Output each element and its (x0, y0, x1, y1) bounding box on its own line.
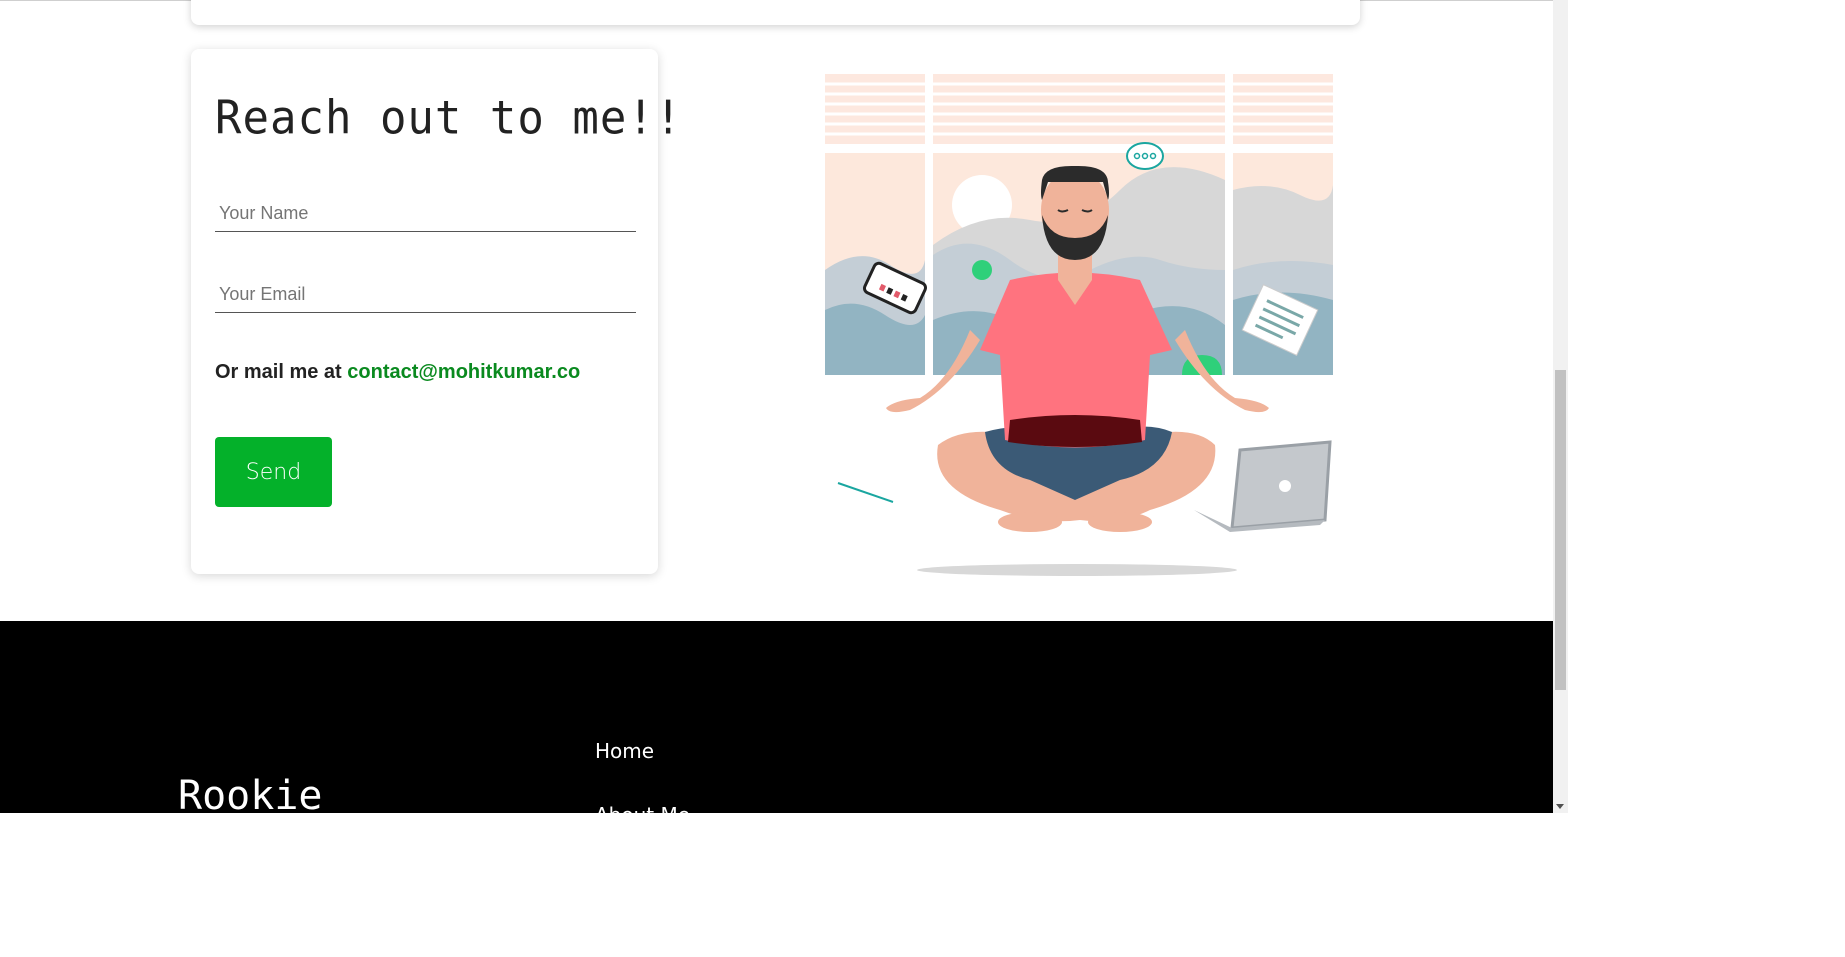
scroll-down-arrow-icon[interactable] (1556, 804, 1564, 809)
mail-prefix: Or mail me at (215, 361, 348, 383)
floor-shadow (917, 564, 1237, 576)
android-badge-icon (972, 260, 992, 280)
footer-link-home[interactable]: Home (595, 739, 654, 763)
meditating-developer-illustration (825, 74, 1333, 576)
contact-card: Reach out to me!! Or mail me at contact@… (191, 49, 681, 574)
vertical-scrollbar[interactable] (1553, 0, 1568, 813)
pen-icon (837, 482, 894, 503)
footer-link-about[interactable]: About Me (595, 803, 690, 813)
mail-link[interactable]: contact@mohitkumar.co (347, 361, 580, 383)
send-button[interactable]: Send (215, 437, 332, 507)
scrollbar-thumb[interactable] (1555, 370, 1566, 690)
email-input[interactable] (215, 277, 636, 313)
window-blinds (825, 74, 1333, 144)
site-footer: Home Rookie About Me (0, 621, 1553, 813)
footer-brand: Rookie (178, 773, 323, 813)
contact-title: Reach out to me!! (215, 91, 683, 146)
chat-bubble-icon (1126, 142, 1164, 170)
previous-section-card (191, 0, 1360, 25)
mail-line: Or mail me at contact@mohitkumar.co (215, 361, 580, 384)
name-input[interactable] (215, 196, 636, 232)
page: Reach out to me!! Or mail me at contact@… (0, 0, 1568, 813)
